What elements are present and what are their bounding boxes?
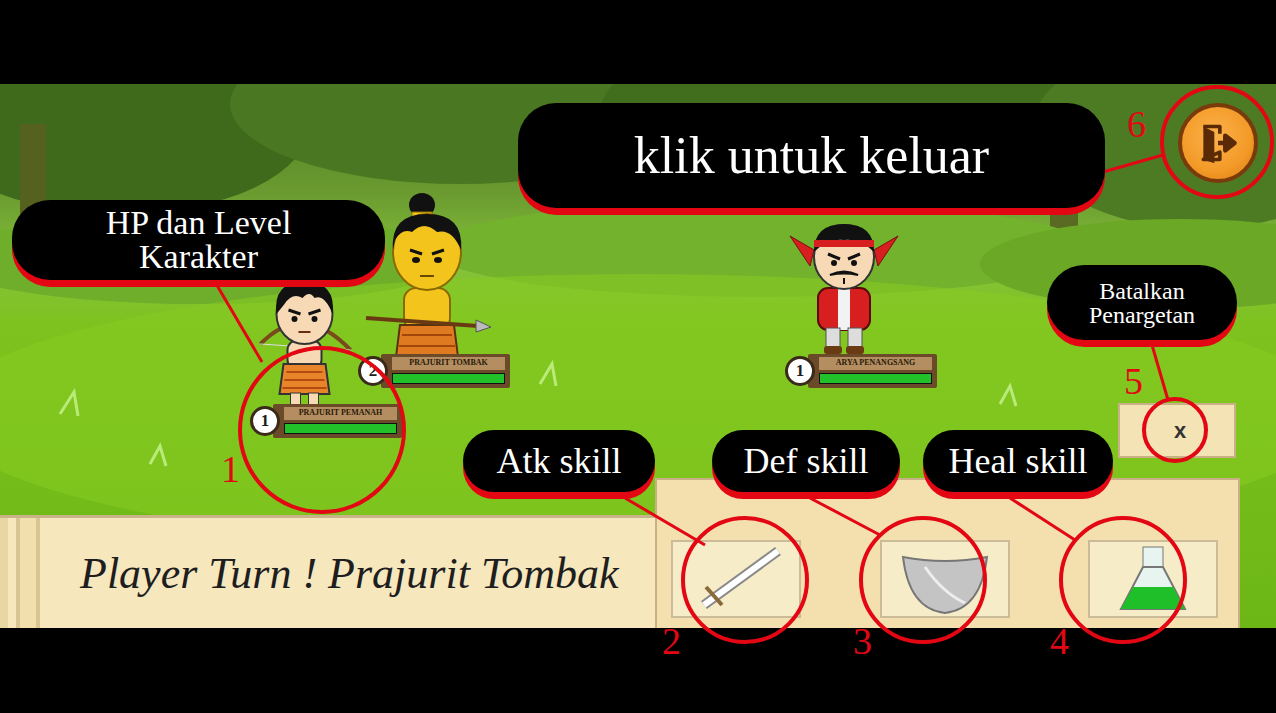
- attack-skill-button[interactable]: [671, 540, 801, 618]
- level-badge: 1: [785, 356, 815, 386]
- callout-line: [810, 498, 880, 535]
- callout-line: [215, 282, 262, 362]
- annotation-label: klik untuk keluar: [518, 103, 1105, 208]
- level-badge: 2: [358, 356, 388, 386]
- turn-panel: Player Turn ! Prajurit Tombak: [0, 515, 660, 628]
- highlight-circle: [240, 348, 404, 512]
- skill-row: [671, 540, 1218, 618]
- highlight-circle: [1162, 87, 1272, 197]
- annotation-number: 5: [1124, 362, 1143, 400]
- character-enemy[interactable]: [788, 212, 900, 360]
- highlight-circle: [861, 518, 985, 642]
- annotation-text: Def skill: [744, 443, 869, 479]
- annotation-label: HP dan Level Karakter: [12, 200, 385, 280]
- exit-button[interactable]: [1178, 103, 1258, 183]
- defense-skill-button[interactable]: [880, 540, 1010, 618]
- level-badge: 1: [250, 406, 280, 436]
- hp-fill: [820, 374, 931, 383]
- annotation-number: 6: [1127, 105, 1146, 143]
- annotation-number: 4: [1050, 622, 1069, 660]
- hp-bar: [819, 373, 932, 384]
- highlight-circle: [1144, 399, 1206, 461]
- annotation-text: Atk skill: [496, 443, 621, 479]
- annotation-number: 1: [221, 450, 240, 488]
- annotation-text: Heal skill: [949, 443, 1088, 479]
- sword-icon: [686, 543, 786, 615]
- callout-line: [1010, 498, 1075, 540]
- callout-line: [1103, 155, 1163, 172]
- annotation-label: Atk skill: [463, 430, 655, 492]
- potion-icon: [1103, 543, 1203, 615]
- highlight-circle: [1061, 518, 1185, 642]
- annotation-label: Batalkan Penargetan: [1047, 265, 1237, 340]
- annotation-text: Batalkan Penargetan: [1059, 279, 1225, 327]
- turn-text: Player Turn ! Prajurit Tombak: [0, 518, 660, 628]
- skill-panel: [655, 478, 1240, 628]
- annotation-number: 3: [853, 622, 872, 660]
- callout-line: [625, 498, 705, 545]
- hp-fill: [285, 424, 396, 433]
- character-archer[interactable]: [252, 272, 357, 412]
- annotation-label: Heal skill: [923, 430, 1113, 492]
- nameplate-body: PRAJURIT TOMBAK: [381, 354, 510, 388]
- highlight-circle: [683, 518, 807, 642]
- game-screen: 2 PRAJURIT TOMBAK 1 PRAJURIT PEMANAH 1 ARYA P…: [0, 0, 1276, 713]
- callout-line: [1152, 345, 1168, 400]
- annotation-text: klik untuk keluar: [634, 130, 989, 182]
- hp-bar: [284, 423, 397, 434]
- character-nameplate: 1 ARYA PENANGSANG: [785, 354, 937, 388]
- character-nameplate: 1 PRAJURIT PEMANAH: [250, 404, 402, 438]
- annotation-number: 2: [662, 622, 681, 660]
- hp-bar: [392, 373, 505, 384]
- cancel-target-button[interactable]: x: [1118, 403, 1236, 458]
- hp-fill: [393, 374, 504, 383]
- archer-sprite-icon: [252, 272, 357, 412]
- shield-icon: [895, 543, 995, 615]
- character-nameplate: 2 PRAJURIT TOMBAK: [358, 354, 510, 388]
- heal-skill-button[interactable]: [1088, 540, 1218, 618]
- annotation-label: Def skill: [712, 430, 900, 492]
- annotation-text: HP dan Level Karakter: [69, 206, 329, 274]
- enemy-sprite-icon: [788, 212, 900, 360]
- exit-door-icon: [1196, 121, 1240, 165]
- character-name: PRAJURIT TOMBAK: [392, 357, 505, 370]
- character-name: PRAJURIT PEMANAH: [284, 407, 397, 420]
- character-name: ARYA PENANGSANG: [819, 357, 932, 370]
- nameplate-body: ARYA PENANGSANG: [808, 354, 937, 388]
- nameplate-body: PRAJURIT PEMANAH: [273, 404, 402, 438]
